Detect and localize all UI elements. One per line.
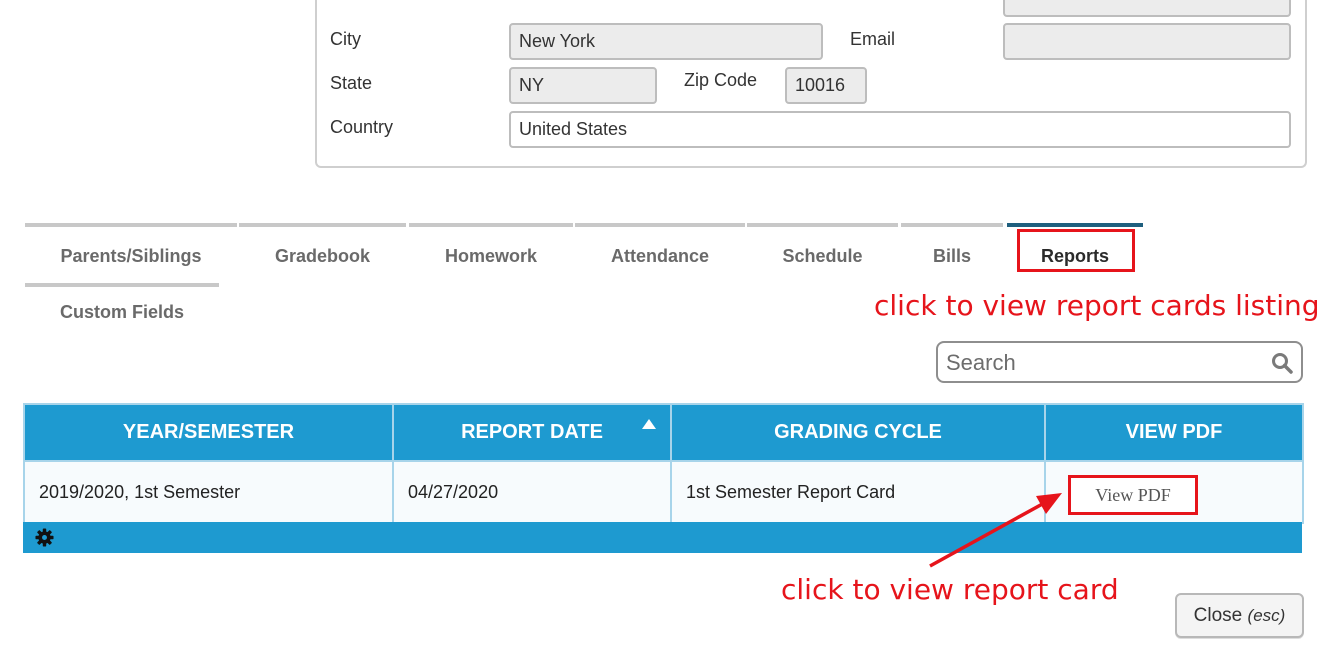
- city-field[interactable]: [509, 23, 823, 60]
- column-header-label: YEAR/SEMESTER: [122, 421, 295, 443]
- sort-ascending-icon: [642, 419, 656, 429]
- table-header-row: YEAR/SEMESTER REPORT DATE GRADING CYCLE …: [23, 403, 1304, 462]
- zip-code-label: Zip Code: [684, 70, 758, 90]
- column-header-label: GRADING CYCLE: [774, 421, 942, 443]
- column-header-label: REPORT DATE: [461, 421, 603, 443]
- reports-tab-annotation: click to view report cards listing: [874, 289, 1317, 322]
- view-pdf-button[interactable]: View PDF: [1068, 475, 1198, 515]
- tab-gradebook[interactable]: Gradebook: [239, 223, 406, 283]
- tab-homework[interactable]: Homework: [409, 223, 573, 283]
- tab-label: Bills: [932, 246, 971, 266]
- tab-parents-siblings[interactable]: Parents/Siblings: [25, 223, 237, 283]
- column-header-grading-cycle[interactable]: GRADING CYCLE: [670, 403, 1046, 462]
- close-button-hint: (esc): [1247, 606, 1286, 625]
- cell-year-semester: 2019/2020, 1st Semester: [23, 460, 394, 524]
- column-header-view-pdf[interactable]: VIEW PDF: [1044, 403, 1304, 462]
- tab-custom-fields[interactable]: Custom Fields: [25, 283, 219, 343]
- cell-report-date: 04/27/2020: [392, 460, 672, 524]
- tab-bills[interactable]: Bills: [901, 223, 1003, 283]
- cell-view-pdf: View PDF: [1044, 460, 1304, 524]
- tab-label: Homework: [444, 246, 538, 266]
- table-row: 2019/2020, 1st Semester 04/27/2020 1st S…: [23, 460, 1304, 524]
- country-label: Country: [330, 117, 394, 137]
- tab-label: Custom Fields: [59, 302, 184, 322]
- search-icon[interactable]: [1271, 352, 1293, 374]
- column-header-report-date[interactable]: REPORT DATE: [392, 403, 672, 462]
- state-label: State: [330, 73, 373, 93]
- tab-label: Gradebook: [274, 246, 371, 266]
- tab-schedule[interactable]: Schedule: [747, 223, 898, 283]
- city-label: City: [330, 29, 361, 49]
- state-field[interactable]: [509, 67, 657, 104]
- close-button-label: Close: [1193, 605, 1243, 626]
- table-footer: [23, 522, 1302, 553]
- close-button[interactable]: Close (esc): [1175, 593, 1304, 638]
- tab-label: Attendance: [610, 246, 709, 266]
- tab-label: Schedule: [782, 246, 863, 266]
- fax-field[interactable]: [1003, 0, 1291, 17]
- search-input[interactable]: [946, 349, 1266, 377]
- country-field[interactable]: [509, 111, 1291, 148]
- email-label: Email: [850, 29, 896, 49]
- gear-icon[interactable]: [35, 528, 54, 547]
- column-header-label: VIEW PDF: [1125, 421, 1223, 443]
- email-field[interactable]: [1003, 23, 1291, 60]
- tab-label: Parents/Siblings: [60, 246, 202, 266]
- column-header-year-semester[interactable]: YEAR/SEMESTER: [23, 403, 394, 462]
- tab-attendance[interactable]: Attendance: [575, 223, 745, 283]
- zip-code-field[interactable]: [785, 67, 867, 104]
- view-pdf-annotation: click to view report card: [781, 573, 1119, 606]
- cell-grading-cycle: 1st Semester Report Card: [670, 460, 1046, 524]
- report-cards-table: YEAR/SEMESTER REPORT DATE GRADING CYCLE …: [23, 403, 1304, 524]
- reports-tab-highlight: [1017, 229, 1135, 272]
- search-box[interactable]: [936, 341, 1303, 383]
